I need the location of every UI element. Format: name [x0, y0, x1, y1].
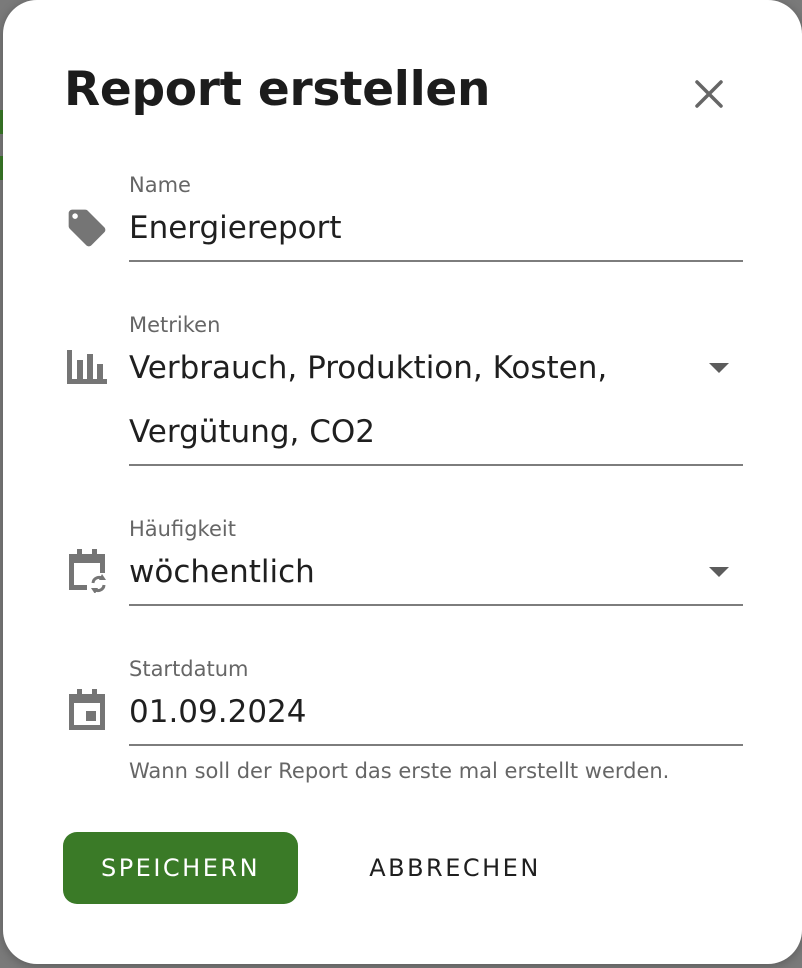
tag-icon [65, 206, 109, 254]
calendar-icon[interactable] [65, 689, 109, 737]
name-label: Name [129, 173, 191, 197]
calendar-sync-icon [65, 549, 109, 597]
metrics-select-value-line1: Verbrauch, Produktion, Kosten, [129, 350, 608, 386]
chevron-down-icon[interactable] [709, 363, 729, 373]
frequency-label: Häufigkeit [129, 517, 236, 541]
start-date-label: Startdatum [129, 657, 249, 681]
dialog-title: Report erstellen [64, 62, 491, 117]
frequency-select-value: wöchentlich [129, 554, 315, 590]
metrics-select[interactable]: Verbrauch, Produktion, Kosten, Vergütung… [129, 336, 743, 466]
chevron-down-icon[interactable] [709, 567, 729, 577]
close-icon[interactable] [687, 72, 731, 116]
bar-chart-icon [65, 346, 109, 390]
frequency-select[interactable]: wöchentlich [129, 540, 743, 606]
create-report-dialog: Report erstellen Name Energiereport Metr… [3, 0, 802, 964]
start-date-input-value: 01.09.2024 [129, 694, 307, 730]
metrics-select-value-line2: Vergütung, CO2 [129, 414, 376, 450]
metrics-label: Metriken [129, 313, 221, 337]
start-date-helper-text: Wann soll der Report das erste mal erste… [129, 759, 670, 783]
cancel-button[interactable]: ABBRECHEN [345, 832, 565, 904]
name-input-value: Energiereport [129, 210, 342, 246]
name-input[interactable]: Energiereport [129, 196, 743, 262]
save-button[interactable]: SPEICHERN [63, 832, 298, 904]
start-date-input[interactable]: 01.09.2024 [129, 680, 743, 746]
